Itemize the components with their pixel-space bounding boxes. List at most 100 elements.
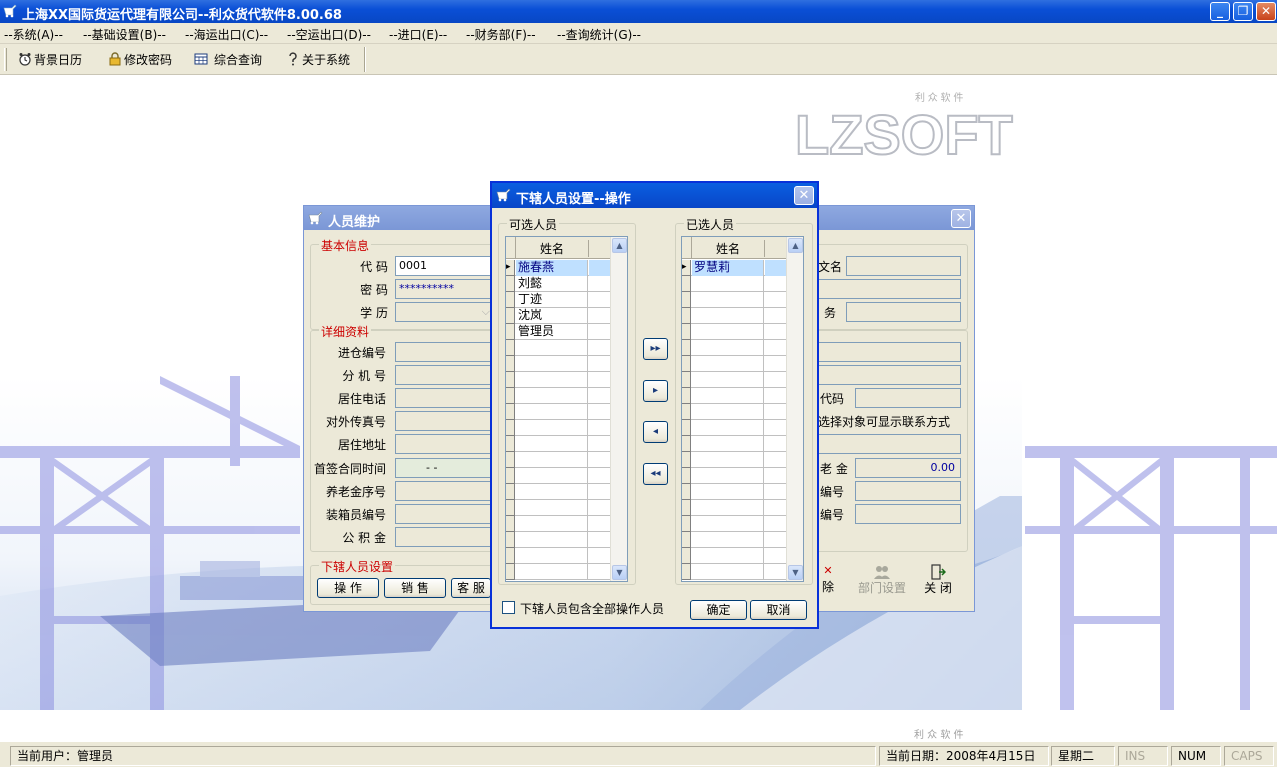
menu-system[interactable]: --系统(A)-- (4, 26, 63, 43)
empty-list-row[interactable] (506, 532, 612, 548)
scroll-up-icon[interactable]: ▲ (788, 238, 803, 253)
warehouse-no-input[interactable] (395, 342, 495, 362)
personnel-close-button[interactable]: ✕ (951, 209, 971, 228)
menu-finance[interactable]: --财务部(F)-- (466, 26, 536, 43)
empty-list-row[interactable] (682, 356, 788, 372)
fax-input[interactable] (395, 411, 495, 431)
english-name-input[interactable] (846, 256, 961, 276)
empty-list-row[interactable] (682, 420, 788, 436)
empty-list-row[interactable] (506, 356, 612, 372)
fund-input[interactable] (395, 527, 495, 547)
extension-input[interactable] (395, 365, 495, 385)
empty-list-row[interactable] (506, 548, 612, 564)
list-item[interactable]: 丁迹 (506, 292, 612, 308)
empty-list-row[interactable] (506, 404, 612, 420)
empty-list-row[interactable] (506, 500, 612, 516)
dialog-close-button[interactable]: ✕ (794, 186, 814, 205)
available-list[interactable]: 姓名 ▸ 施春燕 刘懿 丁迹 沈岚 管理员 ▲ ▼ (505, 236, 628, 582)
close-button[interactable]: ✕ (1256, 2, 1276, 21)
sales-button[interactable]: 销 售 (384, 578, 446, 598)
empty-list-row[interactable] (506, 340, 612, 356)
include-all-checkbox[interactable] (502, 601, 515, 614)
about-tool-button[interactable]: 关于系统 (286, 51, 350, 68)
empty-list-row[interactable] (682, 548, 788, 564)
empty-list-row[interactable] (682, 388, 788, 404)
delete-button[interactable]: ✕ 除 (818, 564, 838, 600)
empty-list-row[interactable] (682, 340, 788, 356)
move-all-left-button[interactable]: ◂◂ (643, 463, 668, 485)
duty-input[interactable] (846, 302, 961, 322)
minimize-button[interactable]: _ (1210, 2, 1230, 21)
move-all-right-button[interactable]: ▸▸ (643, 338, 668, 360)
empty-list-row[interactable] (682, 324, 788, 340)
menu-sea-export[interactable]: --海运出口(C)-- (185, 26, 268, 43)
empty-list-row[interactable] (506, 420, 612, 436)
list-item[interactable]: ▸ 罗慧莉 (682, 260, 788, 276)
right-code-input[interactable] (855, 388, 961, 408)
empty-list-row[interactable] (506, 372, 612, 388)
query-tool-button[interactable]: 综合查询 (194, 51, 262, 68)
toolbar-grip[interactable] (4, 48, 7, 71)
menu-import[interactable]: --进口(E)-- (389, 26, 447, 43)
ok-button[interactable]: 确定 (690, 600, 747, 620)
empty-list-row[interactable] (682, 292, 788, 308)
close-personnel-button[interactable]: 关 闭 (918, 564, 958, 600)
empty-list-row[interactable] (682, 308, 788, 324)
number-input-1[interactable] (855, 481, 961, 501)
packer-no-input[interactable] (395, 504, 495, 524)
empty-list-row[interactable] (506, 452, 612, 468)
scroll-down-icon[interactable]: ▼ (612, 565, 627, 580)
move-right-button[interactable]: ▸ (643, 380, 668, 402)
cancel-button[interactable]: 取消 (750, 600, 807, 620)
empty-list-row[interactable] (682, 276, 788, 292)
right-field-2[interactable] (818, 279, 961, 299)
menu-air-export[interactable]: --空运出口(D)-- (287, 26, 371, 43)
empty-list-row[interactable] (506, 388, 612, 404)
empty-list-row[interactable] (682, 372, 788, 388)
right-field-5[interactable] (818, 365, 961, 385)
empty-list-row[interactable] (506, 516, 612, 532)
number-input-2[interactable] (855, 504, 961, 524)
selected-list-scrollbar[interactable]: ▲ ▼ (786, 237, 803, 581)
education-select[interactable]: ⌵ (395, 302, 495, 322)
calendar-tool-button[interactable]: 背景日历 (18, 51, 82, 68)
right-field-7[interactable] (818, 434, 961, 454)
list-item[interactable]: 管理员 (506, 324, 612, 340)
address-input[interactable] (395, 434, 495, 454)
empty-list-row[interactable] (506, 468, 612, 484)
empty-list-row[interactable] (682, 500, 788, 516)
move-left-button[interactable]: ◂ (643, 421, 668, 443)
restore-button[interactable]: ❐ (1233, 2, 1253, 21)
empty-list-row[interactable] (682, 436, 788, 452)
password-input[interactable]: ********** (395, 279, 495, 299)
empty-list-row[interactable] (682, 468, 788, 484)
change-password-tool-button[interactable]: 修改密码 (108, 51, 172, 68)
home-phone-input[interactable] (395, 388, 495, 408)
empty-list-row[interactable] (682, 516, 788, 532)
name-column-header[interactable]: 姓名 (516, 240, 589, 257)
subordinate-dialog-caption[interactable]: 下辖人员设置--操作 ✕ (492, 183, 817, 208)
empty-list-row[interactable] (506, 436, 612, 452)
empty-list-row[interactable] (682, 404, 788, 420)
name-column-header[interactable]: 姓名 (692, 240, 765, 257)
right-field-4[interactable] (818, 342, 961, 362)
menu-basic-settings[interactable]: --基础设置(B)-- (83, 26, 166, 43)
code-input[interactable]: 0001 (395, 256, 495, 276)
scroll-down-icon[interactable]: ▼ (788, 565, 803, 580)
pension-no-input[interactable] (395, 481, 495, 501)
pension-amount-input[interactable]: 0.00 (855, 458, 961, 478)
service-button[interactable]: 客 服 (451, 578, 491, 598)
available-list-scrollbar[interactable]: ▲ ▼ (610, 237, 627, 581)
menu-query-stats[interactable]: --查询统计(G)-- (557, 26, 641, 43)
empty-list-row[interactable] (682, 484, 788, 500)
empty-list-row[interactable] (506, 564, 612, 580)
empty-list-row[interactable] (506, 484, 612, 500)
empty-list-row[interactable] (682, 452, 788, 468)
dept-settings-button[interactable]: 部门设置 (852, 564, 912, 600)
contract-date-input[interactable]: - - (395, 458, 495, 478)
scroll-up-icon[interactable]: ▲ (612, 238, 627, 253)
operation-button[interactable]: 操 作 (317, 578, 379, 598)
empty-list-row[interactable] (682, 564, 788, 580)
list-item[interactable]: 沈岚 (506, 308, 612, 324)
selected-list[interactable]: 姓名 ▸ 罗慧莉 ▲ ▼ (681, 236, 804, 582)
